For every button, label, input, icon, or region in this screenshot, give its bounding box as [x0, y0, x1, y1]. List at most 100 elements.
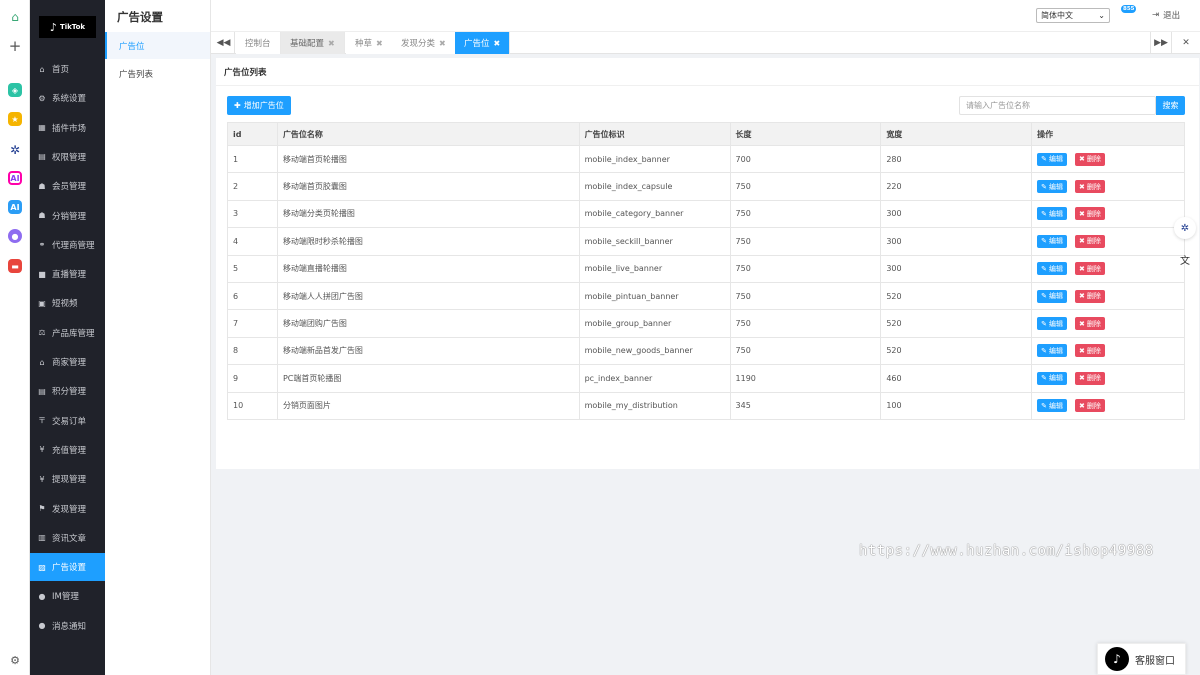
- cell-key: pc_index_banner: [578, 364, 731, 393]
- delete-button[interactable]: ✖ 删除: [1074, 317, 1105, 331]
- sidebar-item-label: 直播管理: [52, 270, 87, 281]
- close-icon[interactable]: ✖: [328, 39, 335, 48]
- sidebar-item-16[interactable]: ▥ 资讯文章: [30, 524, 105, 552]
- sidebar-item-17[interactable]: ▨ 广告设置: [30, 553, 105, 582]
- ai-app-icon-1[interactable]: AI: [8, 171, 22, 185]
- tabs-scroll-left-icon[interactable]: ◀◀: [213, 32, 235, 54]
- sidebar-item-label: 首页: [52, 65, 70, 75]
- edit-button[interactable]: ✎ 编辑: [1037, 262, 1067, 276]
- close-icon: ✖: [1078, 237, 1085, 246]
- delete-button[interactable]: ✖ 删除: [1074, 262, 1105, 276]
- sidebar-item-13[interactable]: ¥ 充值管理: [30, 436, 105, 464]
- tabs-scroll-right-icon[interactable]: ▶▶: [1150, 32, 1172, 54]
- cell-length: 750: [729, 227, 882, 256]
- cell-width: 520: [880, 336, 1033, 366]
- edit-button[interactable]: ✎ 编辑: [1037, 289, 1067, 303]
- delete-button[interactable]: ✖ 删除: [1074, 180, 1105, 194]
- sidebar-item-5[interactable]: ☗ 分销管理: [30, 202, 105, 230]
- sidebar-item-19[interactable]: ● 消息通知: [30, 612, 105, 640]
- bot-app-icon[interactable]: ●: [8, 229, 22, 243]
- cell-name: PC端首页轮播图: [276, 364, 580, 393]
- language-select[interactable]: 简体中文 ⌄: [1036, 8, 1110, 23]
- col-actions: 操作: [1031, 122, 1185, 146]
- add-ad-slot-button[interactable]: ✚ 增加广告位: [227, 96, 291, 115]
- col-width: 宽度: [880, 122, 1033, 146]
- edit-button[interactable]: ✎ 编辑: [1037, 317, 1067, 331]
- search-input[interactable]: [959, 96, 1156, 115]
- star-app-icon[interactable]: ★: [8, 112, 22, 126]
- sidebar-item-11[interactable]: ▤ 积分管理: [30, 377, 105, 405]
- cell-width: 520: [880, 281, 1033, 311]
- pencil-icon: ✎: [1041, 374, 1047, 383]
- sidebar-item-8[interactable]: ▣ 短视频: [30, 289, 105, 317]
- network-app-icon[interactable]: ✲: [6, 141, 24, 159]
- sub-item-ad-list[interactable]: 广告列表: [105, 60, 210, 87]
- image-icon: ▨: [38, 562, 46, 572]
- tab-ad-slot[interactable]: 广告位 ✖: [455, 32, 511, 54]
- delete-button[interactable]: ✖ 删除: [1074, 399, 1105, 413]
- sidebar-item-4[interactable]: ☗ 会员管理: [30, 172, 105, 200]
- sidebar-item-12[interactable]: 〒交易订单: [30, 407, 105, 435]
- cell-length: 750: [729, 309, 882, 338]
- edit-button[interactable]: ✎ 编辑: [1037, 207, 1067, 221]
- sidebar-item-9[interactable]: ⚖ 产品库管理: [30, 319, 105, 347]
- sidebar-item-10[interactable]: ⌂ 商家管理: [30, 348, 105, 376]
- delete-button[interactable]: ✖ 删除: [1074, 344, 1105, 358]
- close-icon[interactable]: ✖: [376, 39, 383, 48]
- tab-basic-config[interactable]: 基础配置 ✖: [281, 32, 345, 54]
- delete-button[interactable]: ✖ 删除: [1074, 371, 1105, 385]
- edit-button[interactable]: ✎ 编辑: [1037, 399, 1067, 413]
- gear-icon: ⚙: [38, 93, 46, 103]
- delete-button[interactable]: ✖ 删除: [1074, 207, 1105, 221]
- sidebar-item-6[interactable]: ⚭ 代理商管理: [30, 231, 105, 259]
- cny-icon: 〒: [38, 416, 46, 426]
- tab-zhongcao[interactable]: 种草 ✖: [346, 32, 393, 54]
- sidebar-item-7[interactable]: ■ 直播管理: [30, 260, 105, 288]
- cell-length: 750: [729, 336, 882, 366]
- sidebar-item-2[interactable]: ▦ 插件市场: [30, 114, 105, 142]
- floating-network-icon[interactable]: ✲: [1174, 217, 1196, 239]
- sub-item-ad-slot[interactable]: 广告位: [105, 32, 210, 59]
- sidebar-item-0[interactable]: ⌂ 首页: [30, 55, 105, 83]
- cell-length: 750: [729, 254, 882, 283]
- sidebar-item-3[interactable]: ▤ 权限管理: [30, 143, 105, 171]
- delete-button[interactable]: ✖ 删除: [1074, 234, 1105, 248]
- cell-id: 3: [227, 199, 278, 229]
- close-icon[interactable]: ✖: [439, 39, 446, 48]
- close-tabs-icon[interactable]: ✕: [1175, 32, 1197, 54]
- sidebar-item-15[interactable]: ⚑ 发现管理: [30, 495, 105, 523]
- table-row: 2 移动端首页胶囊图 mobile_index_capsule 750 220 ✎ 编辑 ✖ 删…: [227, 172, 1185, 201]
- sidebar-item-18[interactable]: ● IM管理: [30, 582, 105, 610]
- tiktok-note-icon: ♪: [49, 20, 57, 34]
- app-icon-1[interactable]: ◈: [8, 83, 22, 97]
- search-button[interactable]: 搜索: [1156, 96, 1185, 115]
- sidebar: ♪ TikTok ⌂ 首页 ⚙ 系统设置 ▦ 插件市场 ▤ 权限管理 ☗ 会员管理 ☗ 分销管理 ⚭ 代理商…: [30, 0, 105, 675]
- sidebar-item-14[interactable]: ¥ 提现管理: [30, 465, 105, 493]
- settings-icon[interactable]: ⚙: [6, 651, 24, 669]
- cell-name: 移动端团购广告图: [276, 309, 580, 338]
- edit-button[interactable]: ✎ 编辑: [1037, 344, 1067, 358]
- tab-discover-category[interactable]: 发现分类 ✖: [392, 32, 456, 54]
- sidebar-item-1[interactable]: ⚙ 系统设置: [30, 84, 105, 112]
- delete-button[interactable]: ✖ 删除: [1074, 152, 1105, 166]
- permission-icon: ▤: [38, 152, 46, 162]
- close-icon[interactable]: ✖: [494, 39, 501, 48]
- cell-actions: ✎ 编辑 ✖ 删除: [1031, 309, 1185, 338]
- edit-button[interactable]: ✎ 编辑: [1037, 234, 1067, 248]
- agent-icon: ⚭: [38, 240, 46, 250]
- logout-button[interactable]: ⇥ 退出: [1152, 9, 1180, 21]
- delete-button[interactable]: ✖ 删除: [1074, 289, 1105, 303]
- edit-button[interactable]: ✎ 编辑: [1037, 180, 1067, 194]
- ai-app-icon-2[interactable]: AI: [8, 200, 22, 214]
- plus-icon[interactable]: +: [6, 37, 24, 55]
- game-app-icon[interactable]: ▬: [8, 259, 22, 273]
- tab-dashboard[interactable]: 控制台: [236, 32, 281, 54]
- sidebar-item-label: 发现管理: [52, 504, 87, 515]
- translate-icon[interactable]: 文: [1174, 248, 1196, 270]
- edit-button[interactable]: ✎ 编辑: [1037, 371, 1067, 385]
- home-icon[interactable]: ⌂: [6, 8, 24, 26]
- edit-button[interactable]: ✎ 编辑: [1037, 152, 1067, 166]
- cell-width: 280: [880, 144, 1033, 174]
- customer-service-button[interactable]: ♪ 客服窗口: [1097, 643, 1186, 675]
- pencil-icon: ✎: [1041, 319, 1047, 328]
